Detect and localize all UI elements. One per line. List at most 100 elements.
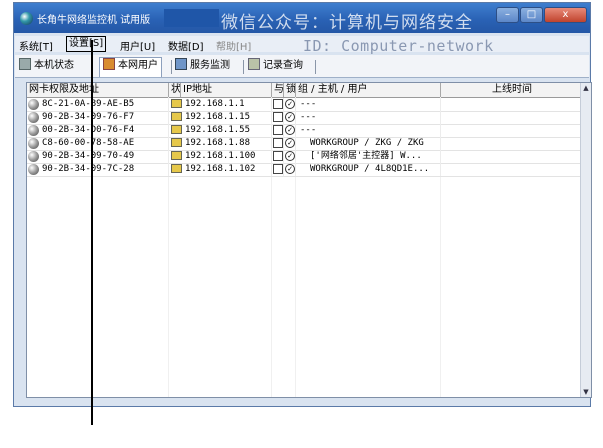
- table-row[interactable]: 00-2B-34-D0-76-F4 192.168.1.55 ✓ ---: [27, 124, 582, 138]
- check-circle-icon: ✓: [285, 125, 295, 135]
- column-header-status[interactable]: 状: [169, 83, 181, 97]
- ip-address: 192.168.1.100: [185, 151, 256, 161]
- tab-record-query[interactable]: 记录查询: [248, 58, 303, 74]
- scroll-down-icon[interactable]: ▼: [581, 387, 591, 397]
- menu-system[interactable]: 系统[T]: [19, 38, 53, 53]
- link-checkbox[interactable]: [273, 112, 283, 122]
- column-header-group[interactable]: 组 / 主机 / 用户: [296, 83, 441, 97]
- computer-icon: [171, 99, 182, 108]
- ip-address: 192.168.1.88: [185, 138, 251, 148]
- minimize-button[interactable]: –: [496, 7, 519, 23]
- link-cell: [272, 163, 284, 176]
- table-row[interactable]: 90-2B-34-09-76-F7 192.168.1.15 ✓ ---: [27, 111, 582, 125]
- table-row[interactable]: 90-2B-34-09-70-49 192.168.1.100 ✓ ['网络邻居…: [27, 150, 582, 164]
- tab-record-query-label: 记录查询: [263, 60, 303, 71]
- lock-cell: ✓: [284, 163, 296, 176]
- lock-cell: ✓: [284, 137, 296, 150]
- table-row[interactable]: 90-2B-34-09-7C-28 192.168.1.102 ✓ WORKGR…: [27, 163, 582, 177]
- group-cell: WORKGROUP / 4L8QD1E...: [296, 163, 441, 176]
- mac-address: 00-2B-34-D0-76-F4: [42, 125, 135, 135]
- maximize-button[interactable]: □: [520, 7, 543, 23]
- link-checkbox[interactable]: [273, 99, 283, 109]
- title-bar-highlight: [164, 9, 219, 27]
- tab-machine-state-label: 本机状态: [34, 60, 74, 71]
- column-header-ip[interactable]: IP地址: [181, 83, 272, 97]
- vertical-scrollbar[interactable]: ▲ ▼: [580, 83, 591, 397]
- table-row[interactable]: 8C-21-0A-89-AE-B5 192.168.1.1 ✓ ---: [27, 98, 582, 112]
- ip-cell: 192.168.1.100: [169, 150, 272, 163]
- group-cell: ---: [296, 98, 441, 111]
- menu-users[interactable]: 用户[U]: [120, 38, 155, 53]
- column-header-online-time[interactable]: 上线时间: [441, 83, 582, 97]
- network-card-icon: [28, 112, 39, 123]
- link-cell: [272, 111, 284, 124]
- callout-pointer-line: [91, 40, 93, 425]
- column-header-link[interactable]: 与: [272, 83, 284, 97]
- lock-cell: ✓: [284, 150, 296, 163]
- network-card-icon: [28, 138, 39, 149]
- network-card-icon: [28, 99, 39, 110]
- ip-cell: 192.168.1.88: [169, 137, 272, 150]
- record-query-icon: [248, 58, 260, 70]
- network-users-icon: [103, 58, 115, 70]
- check-circle-icon: ✓: [285, 99, 295, 109]
- tab-network-users[interactable]: 本网用户: [99, 57, 162, 77]
- app-logo-icon: [20, 12, 33, 25]
- user-list[interactable]: 网卡权限及地址 状 IP地址 与 锁 组 / 主机 / 用户 上线时间 8C-2…: [26, 82, 592, 398]
- menu-bar: 系统[T] 设置[S] 用户[U] 数据[D] 帮助[H]: [15, 36, 589, 53]
- network-card-icon: [28, 164, 39, 175]
- check-circle-icon: ✓: [285, 138, 295, 148]
- link-checkbox[interactable]: [273, 164, 283, 174]
- ip-cell: 192.168.1.1: [169, 98, 272, 111]
- machine-state-icon: [19, 58, 31, 70]
- group-cell: WORKGROUP / ZKG / ZKG: [296, 137, 441, 150]
- group-cell: ['网络邻居'主控器] W...: [296, 150, 441, 163]
- mac-cell: 90-2B-34-09-76-F7: [27, 111, 169, 124]
- service-monitor-icon: [175, 58, 187, 70]
- lock-cell: ✓: [284, 111, 296, 124]
- tab-separator: [243, 60, 244, 74]
- check-circle-icon: ✓: [285, 112, 295, 122]
- tab-bar: 本机状态 本网用户 服务监测 记录查询: [15, 55, 589, 78]
- list-header: 网卡权限及地址 状 IP地址 与 锁 组 / 主机 / 用户 上线时间: [27, 83, 582, 98]
- tab-machine-state[interactable]: 本机状态: [19, 58, 74, 74]
- check-circle-icon: ✓: [285, 164, 295, 174]
- app-window: 长角牛网络监控机 试用版 微信公众号：计算机与网络安全 – □ x 系统[T] 设置…: [13, 2, 592, 407]
- window-controls: – □ x: [495, 7, 587, 24]
- menu-settings[interactable]: 设置[S]: [66, 36, 107, 52]
- close-button[interactable]: x: [544, 7, 587, 23]
- mac-cell: 8C-21-0A-89-AE-B5: [27, 98, 169, 111]
- tab-separator: [171, 60, 172, 74]
- tab-network-users-label: 本网用户: [118, 60, 158, 71]
- computer-icon: [171, 125, 182, 134]
- mac-cell: C8-60-00-78-58-AE: [27, 137, 169, 150]
- ip-address: 192.168.1.55: [185, 125, 251, 135]
- ip-cell: 192.168.1.55: [169, 124, 272, 137]
- mac-address: 90-2B-34-09-70-49: [42, 151, 135, 161]
- mac-cell: 90-2B-34-09-7C-28: [27, 163, 169, 176]
- scroll-up-icon[interactable]: ▲: [581, 83, 591, 93]
- title-bar[interactable]: 长角牛网络监控机 试用版 微信公众号：计算机与网络安全 – □ x: [14, 3, 590, 33]
- link-checkbox[interactable]: [273, 138, 283, 148]
- mac-address: 90-2B-34-09-7C-28: [42, 164, 135, 174]
- link-cell: [272, 98, 284, 111]
- group-cell: ---: [296, 124, 441, 137]
- mac-cell: 90-2B-34-09-70-49: [27, 150, 169, 163]
- tab-service-monitor-label: 服务监测: [190, 60, 230, 71]
- tab-service-monitor[interactable]: 服务监测: [175, 58, 230, 74]
- column-header-mac[interactable]: 网卡权限及地址: [27, 83, 169, 97]
- ip-address: 192.168.1.15: [185, 112, 251, 122]
- menu-data[interactable]: 数据[D]: [168, 38, 204, 53]
- computer-icon: [171, 164, 182, 173]
- ip-cell: 192.168.1.15: [169, 111, 272, 124]
- ip-address: 192.168.1.102: [185, 164, 256, 174]
- computer-icon: [171, 112, 182, 121]
- menu-help[interactable]: 帮助[H]: [216, 38, 251, 53]
- link-cell: [272, 150, 284, 163]
- column-header-lock[interactable]: 锁: [284, 83, 296, 97]
- table-row[interactable]: C8-60-00-78-58-AE 192.168.1.88 ✓ WORKGRO…: [27, 137, 582, 151]
- link-checkbox[interactable]: [273, 151, 283, 161]
- watermark-wechat: 微信公众号：计算机与网络安全: [221, 13, 473, 33]
- link-checkbox[interactable]: [273, 125, 283, 135]
- tab-separator: [315, 60, 316, 74]
